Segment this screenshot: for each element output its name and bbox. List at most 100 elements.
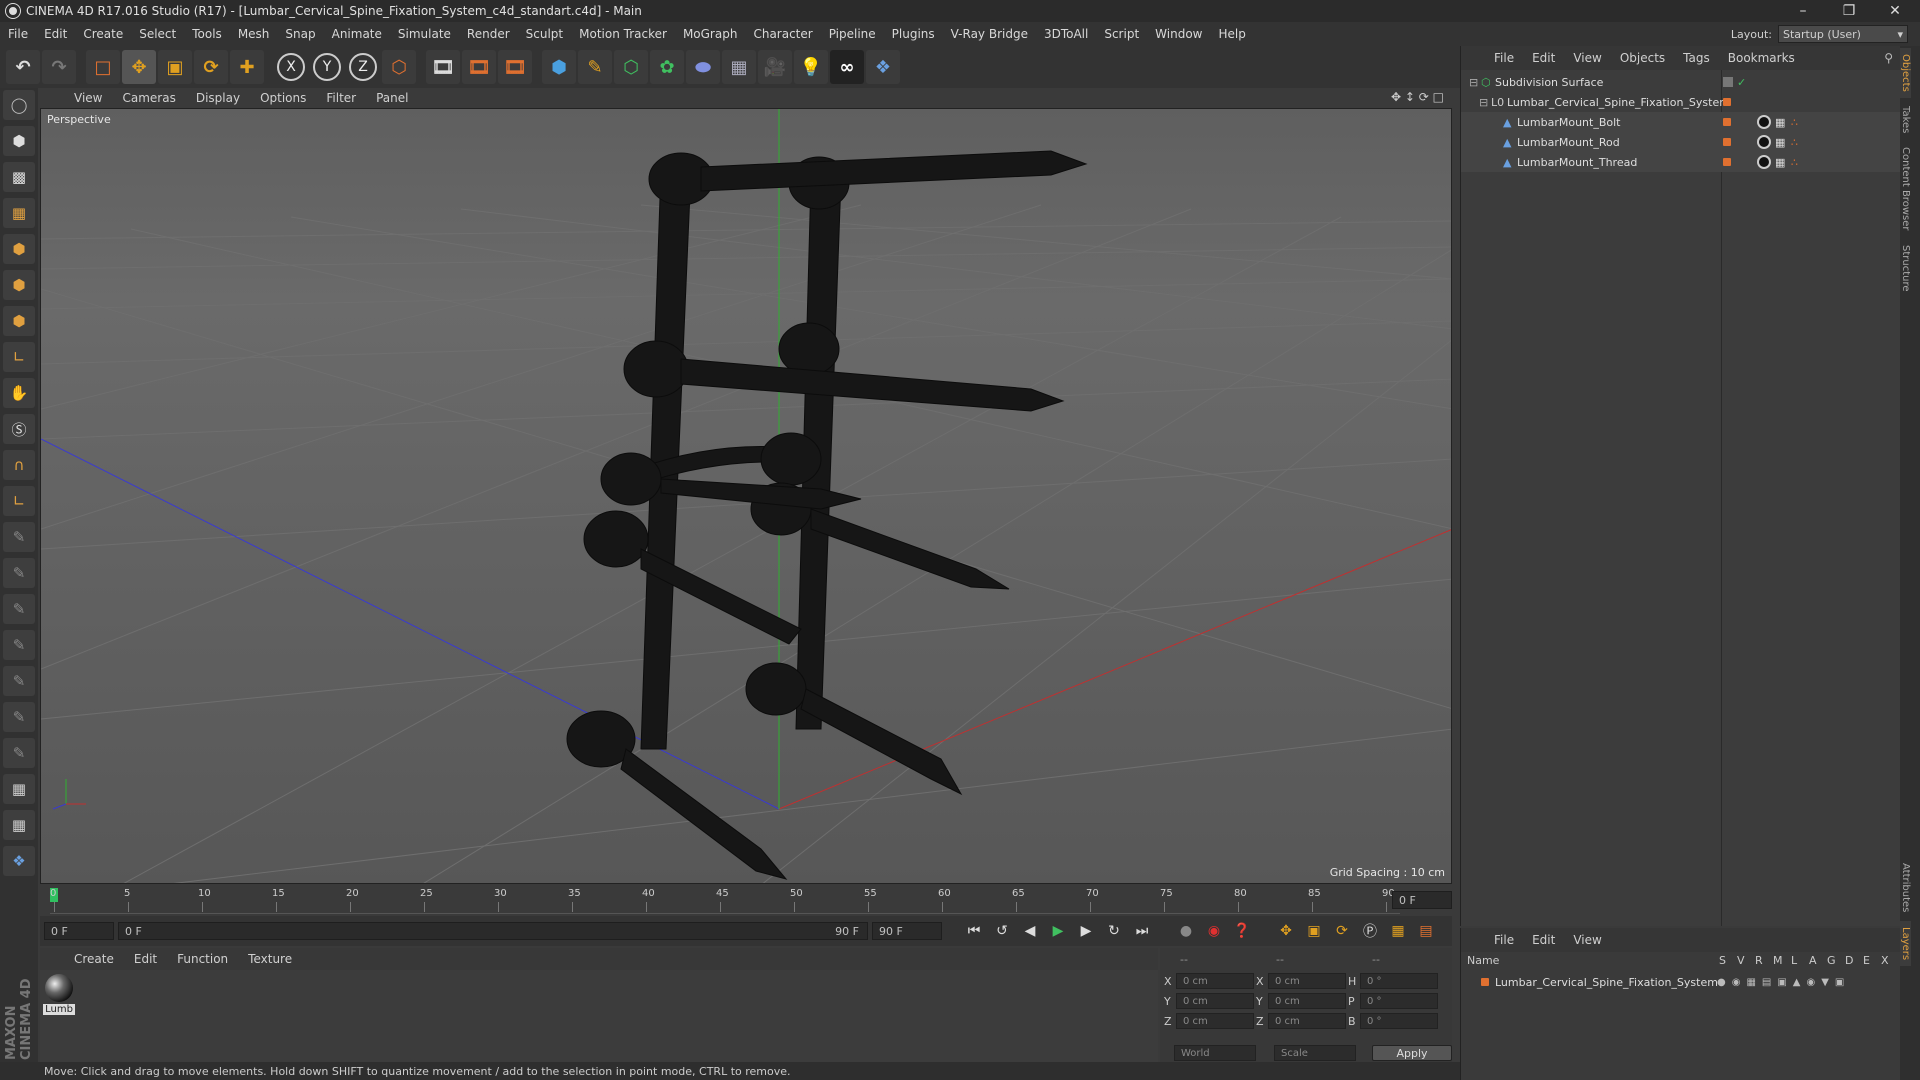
layer-col-view[interactable]: V [1737, 954, 1745, 967]
phong-tag-icon[interactable]: ∴ [1791, 116, 1798, 129]
menu-animate[interactable]: Animate [324, 27, 390, 41]
key-scale-icon[interactable]: ▣ [1302, 919, 1326, 943]
magnet-icon[interactable]: ∩ [3, 450, 35, 480]
object-row-thread[interactable]: ▲ LumbarMount_Thread ▦ ∴ [1461, 152, 1901, 172]
viewport-menu-options[interactable]: Options [250, 91, 316, 105]
layer-col-animation[interactable]: A [1809, 954, 1817, 967]
material-tag-icon[interactable] [1757, 155, 1771, 169]
texture-mode-icon[interactable]: ▩ [3, 162, 35, 192]
close-icon[interactable]: ✕ [1872, 0, 1918, 22]
grid-settings-icon[interactable]: ▦ [3, 810, 35, 840]
deformer-icon[interactable]: ⬬ [686, 50, 720, 84]
viewport-navigation-icons[interactable]: ✥ ↕ ⟳ □ [1391, 90, 1444, 104]
objects-menu-objects[interactable]: Objects [1611, 51, 1674, 65]
viewport-menu-panel[interactable]: Panel [366, 91, 418, 105]
camera-icon[interactable]: 🎥 [758, 50, 792, 84]
edit-render-settings-icon[interactable]: 🎞 [498, 50, 532, 84]
enabled-check-icon[interactable]: ✓ [1737, 76, 1746, 89]
tab-objects[interactable]: Objects [1900, 48, 1911, 98]
texture-tag-icon[interactable]: ▦ [1775, 116, 1785, 129]
collapse-icon[interactable]: ⊟ [1469, 76, 1478, 89]
points-mode-icon[interactable]: ⬢ [3, 234, 35, 264]
layer-color-box[interactable] [1723, 138, 1731, 146]
grid-lock-icon[interactable]: ▦ [3, 774, 35, 804]
start-frame-field[interactable]: 0 F [44, 922, 114, 940]
menu-render[interactable]: Render [459, 27, 518, 41]
previous-frame-icon[interactable]: ◀ [1018, 919, 1042, 943]
layer-col-solo[interactable]: S [1719, 954, 1726, 967]
menu-pipeline[interactable]: Pipeline [821, 27, 884, 41]
mograph-cloner-icon[interactable]: ✿ [650, 50, 684, 84]
rotation-b-field[interactable]: 0 ° [1360, 1013, 1438, 1029]
coordinate-mode-dropdown[interactable]: World [1174, 1045, 1256, 1061]
vray-icon[interactable]: ∞ [830, 50, 864, 84]
layer-col-xref[interactable]: X [1881, 954, 1889, 967]
edges-mode-icon[interactable]: ⬢ [3, 270, 35, 300]
next-key-icon[interactable]: ↻ [1102, 919, 1126, 943]
menu-mesh[interactable]: Mesh [230, 27, 278, 41]
layer-flag-icons[interactable]: ●◉▦▤▣▲◉▼▣ [1717, 977, 1850, 988]
viewport-menu-filter[interactable]: Filter [316, 91, 366, 105]
objects-menu-view[interactable]: View [1564, 51, 1610, 65]
end-frame-field[interactable]: 90 F [872, 922, 942, 940]
layer-row[interactable]: Lumbar_Cervical_Spine_Fixation_System ●◉… [1461, 972, 1901, 992]
subdivision-surface-icon[interactable]: ⬡ [614, 50, 648, 84]
floor-scene-icon[interactable]: ▦ [722, 50, 756, 84]
layout-dropdown[interactable]: Startup (User) ▾ [1778, 25, 1908, 43]
layers-menu-view[interactable]: View [1564, 933, 1610, 947]
menu-sculpt[interactable]: Sculpt [518, 27, 571, 41]
texture-tag-icon[interactable]: ▦ [1775, 156, 1785, 169]
tab-layers[interactable]: Layers [1900, 920, 1911, 966]
sculpt-brush-icon[interactable]: ✎ [3, 522, 35, 552]
sculpt-grab-icon[interactable]: ✎ [3, 702, 35, 732]
layers-menu-edit[interactable]: Edit [1523, 933, 1564, 947]
size-x-field[interactable]: 0 cm [1268, 973, 1346, 989]
x-axis-lock-button[interactable]: X [277, 53, 305, 81]
model-mode-icon[interactable]: ⬢ [3, 126, 35, 156]
scale-tool-icon[interactable]: ▣ [158, 50, 192, 84]
menu-vray-bridge[interactable]: V-Ray Bridge [943, 27, 1036, 41]
undo-icon[interactable]: ↶ [6, 50, 40, 84]
menu-file[interactable]: File [0, 27, 36, 41]
autokey-icon[interactable]: ❓ [1230, 919, 1254, 943]
key-pla-icon[interactable]: ▦ [1386, 919, 1410, 943]
key-position-icon[interactable]: ✥ [1274, 919, 1298, 943]
snap-icon[interactable]: Ⓢ [3, 414, 35, 444]
sculpt-smooth-icon[interactable]: ✎ [3, 594, 35, 624]
recent-tool-icon[interactable]: ✚ [230, 50, 264, 84]
material-swatch[interactable]: Lumb [43, 974, 75, 1018]
perspective-viewport[interactable]: Perspective Grid Spacing : 10 cm [40, 108, 1452, 884]
python-icon[interactable]: ❖ [866, 50, 900, 84]
menu-3dtoall[interactable]: 3DToAll [1036, 27, 1096, 41]
restore-icon[interactable]: ❐ [1826, 0, 1872, 22]
layer-col-render[interactable]: R [1755, 954, 1763, 967]
viewport-menu-display[interactable]: Display [186, 91, 250, 105]
material-menu-function[interactable]: Function [167, 952, 238, 966]
axis-mode-icon[interactable]: ∟ [3, 342, 35, 372]
position-x-field[interactable]: 0 cm [1176, 973, 1254, 989]
workplane-mode-icon[interactable]: ▦ [3, 198, 35, 228]
layer-col-deformers[interactable]: D [1845, 954, 1853, 967]
tab-takes[interactable]: Takes [1900, 100, 1911, 139]
live-selection-icon[interactable]: □ [86, 50, 120, 84]
apply-button[interactable]: Apply [1372, 1045, 1452, 1061]
layer-color-box[interactable] [1723, 118, 1731, 126]
rotation-p-field[interactable]: 0 ° [1360, 993, 1438, 1009]
menu-mograph[interactable]: MoGraph [675, 27, 746, 41]
go-to-start-icon[interactable]: ⏮ [962, 919, 986, 943]
menu-tools[interactable]: Tools [184, 27, 230, 41]
material-tag-icon[interactable] [1757, 135, 1771, 149]
workplane-icon[interactable]: ∟ [3, 486, 35, 516]
layer-color-box[interactable] [1723, 98, 1731, 106]
layer-col-manager[interactable]: M [1773, 954, 1783, 967]
layer-color-box[interactable] [1723, 77, 1733, 87]
rotation-h-field[interactable]: 0 ° [1360, 973, 1438, 989]
object-row-lumbar-system[interactable]: ⊟ L0 Lumbar_Cervical_Spine_Fixation_Syst… [1461, 92, 1901, 112]
phong-tag-icon[interactable]: ∴ [1791, 156, 1798, 169]
objects-menu-tags[interactable]: Tags [1674, 51, 1719, 65]
menu-script[interactable]: Script [1096, 27, 1147, 41]
size-z-field[interactable]: 0 cm [1268, 1013, 1346, 1029]
timeline-window-icon[interactable]: ▤ [1414, 919, 1438, 943]
go-to-end-icon[interactable]: ⏭ [1130, 919, 1154, 943]
layer-color-box[interactable] [1723, 158, 1731, 166]
